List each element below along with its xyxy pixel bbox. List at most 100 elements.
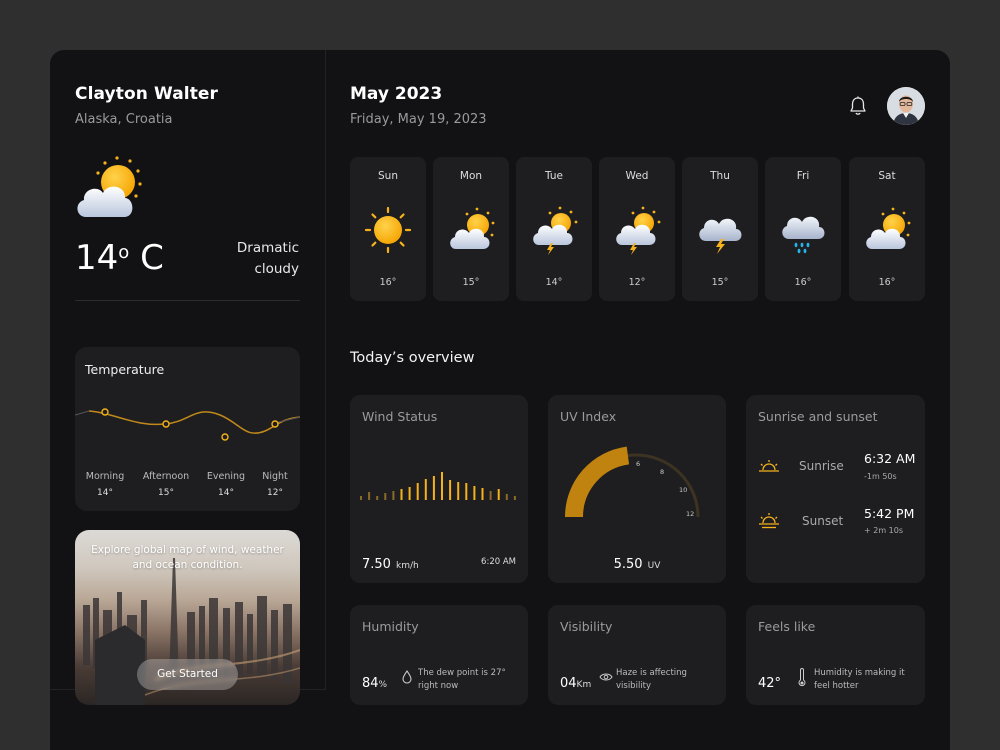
- droplet-icon: [402, 670, 412, 684]
- temp-point-evening: [221, 433, 229, 441]
- divider: [75, 300, 300, 301]
- humidity-value: 84%: [362, 672, 387, 691]
- sunrise-label: Sunrise: [799, 459, 844, 473]
- current-condition: Dramatic cloudy: [236, 240, 299, 277]
- feels-like-number: 42°: [758, 676, 782, 691]
- visibility-note: Haze is affecting visibility: [616, 668, 687, 691]
- day-card-thu[interactable]: Thu 15°: [682, 157, 758, 301]
- uv-index-card: UV Index 6 8 10 12 5.50 UV: [548, 395, 726, 583]
- wind-time: 6:20 AM: [481, 557, 516, 567]
- wind-bar: [360, 496, 362, 500]
- feels-like-note: Humidity is making it feel hotter: [814, 668, 905, 691]
- visibility-number: 04: [560, 676, 577, 691]
- wind-bar: [513, 496, 516, 500]
- wind-bar: [416, 483, 419, 500]
- temperature-card-title: Temperature: [85, 362, 165, 377]
- wind-bar: [432, 476, 435, 500]
- visibility-title: Visibility: [560, 619, 613, 634]
- day-name: Thu: [710, 170, 730, 182]
- day-temp: 15°: [711, 277, 729, 288]
- wind-bar: [408, 487, 411, 500]
- wind-speed-unit: km/h: [396, 561, 419, 571]
- feels-like-value: 42°: [758, 672, 781, 691]
- sunrise-delta: -1m 50s: [864, 472, 897, 481]
- feels-like-card: Feels like 42° Humidity is making it fee…: [746, 605, 925, 705]
- wind-bar: [465, 483, 468, 500]
- sunset-label: Sunset: [802, 514, 844, 528]
- humidity-title: Humidity: [362, 619, 419, 634]
- wind-bar: [376, 496, 379, 500]
- day-card-mon[interactable]: Mon 15°: [433, 157, 509, 301]
- weekly-forecast: Sun 16° Mon 15° Tue 14° Wed 12° Thu 15° …: [350, 157, 925, 301]
- day-card-sun[interactable]: Sun 16°: [350, 157, 426, 301]
- day-name: Fri: [796, 170, 810, 182]
- sunset-delta: + 2m 10s: [864, 526, 904, 535]
- temp-point-morning: [101, 408, 109, 416]
- period-morning: Morning 14°: [85, 471, 125, 498]
- wind-speed-value: 7.50: [362, 557, 391, 572]
- wind-bar: [489, 491, 492, 500]
- day-temp: 15°: [462, 277, 480, 288]
- day-temp: 16°: [878, 277, 896, 288]
- day-name: Tue: [545, 170, 563, 182]
- period-evening: Evening 14°: [206, 471, 246, 498]
- overview-title: Today’s overview: [350, 350, 475, 366]
- sun-cloud-icon: [866, 207, 911, 249]
- day-card-wed[interactable]: Wed 12°: [599, 157, 675, 301]
- sunrise-sunset-card: Sunrise and sunset Sunrise 6:32 AM -1m 5…: [746, 395, 925, 583]
- wind-bar: [384, 493, 387, 500]
- period-night: Night 12°: [262, 471, 288, 498]
- user-name: Clayton Walter: [75, 84, 219, 104]
- sunset-time: 5:42 PM: [864, 506, 915, 521]
- day-temp: 14°: [545, 277, 563, 288]
- sunrise-time: 6:32 AM: [864, 451, 916, 466]
- eye-icon: [599, 673, 613, 681]
- month-title: May 2023: [350, 84, 443, 104]
- current-date: Friday, May 19, 2023: [350, 112, 487, 127]
- explore-map-card: Explore global map of wind, weather and …: [75, 530, 300, 705]
- period-afternoon: Afternoon 15°: [142, 471, 190, 498]
- uv-value-number: 5.50: [613, 557, 643, 572]
- sun-cloud-icon: [77, 156, 142, 217]
- humidity-card: Humidity 84% The dew point is 27° right …: [350, 605, 528, 705]
- wind-speed: 7.50 km/h: [362, 553, 419, 572]
- humidity-number: 84: [362, 676, 379, 691]
- current-temperature: 14o C: [75, 238, 164, 278]
- day-card-fri[interactable]: Fri 16°: [765, 157, 841, 301]
- humidity-unit: %: [378, 680, 388, 690]
- temperature-periods: Morning 14° Afternoon 15° Evening 14° Night…: [75, 471, 300, 501]
- day-name: Mon: [459, 170, 483, 182]
- weather-dashboard: Clayton Walter Alaska, Croatia 14o C Dra…: [50, 50, 950, 750]
- wind-bar: [449, 480, 452, 500]
- wind-status-card: Wind Status 7.50 km/h 6:20 AM: [350, 395, 528, 583]
- wind-bar: [497, 489, 500, 500]
- day-card-tue[interactable]: Tue 14°: [516, 157, 592, 301]
- get-started-button[interactable]: Get Started: [137, 659, 238, 690]
- explore-map-text: Explore global map of wind, weather and …: [91, 544, 284, 571]
- cloud-rain-icon: [782, 216, 825, 254]
- day-card-sat[interactable]: Sat 16°: [849, 157, 925, 301]
- bell-icon[interactable]: [848, 95, 868, 117]
- day-temp: 16°: [794, 277, 812, 288]
- uv-value: 5.50 UV: [548, 553, 726, 572]
- sunrise-sunset-title: Sunrise and sunset: [758, 409, 878, 424]
- day-temp: 16°: [379, 277, 397, 288]
- sun-cloud-storm-icon: [533, 206, 578, 255]
- avatar[interactable]: [887, 87, 925, 125]
- sunrise-icon: [759, 460, 779, 472]
- visibility-card: Visibility 04Km Haze is affecting visibi…: [548, 605, 726, 705]
- temp-value: 14: [75, 238, 119, 278]
- sun-cloud-storm-icon: [616, 206, 661, 255]
- temp-point-afternoon: [162, 420, 170, 428]
- humidity-note: The dew point is 27° right now: [418, 668, 506, 691]
- temperature-card: Temperature Morning 14° Afternoon 15° Even…: [75, 347, 300, 511]
- wind-bar: [473, 486, 476, 500]
- thermometer-icon: [798, 668, 806, 687]
- wind-bars: [360, 472, 516, 500]
- wind-bar: [368, 492, 371, 500]
- day-name: Sun: [378, 170, 398, 182]
- uv-tick-8: 8: [660, 468, 664, 476]
- visibility-value: 04Km: [560, 672, 591, 691]
- uv-tick-12: 12: [686, 510, 694, 518]
- wind-bar: [400, 489, 403, 500]
